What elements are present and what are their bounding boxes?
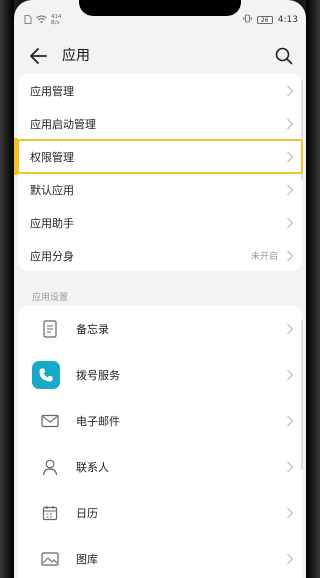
chevron-right-icon [287,217,294,228]
gallery-icon [40,549,60,569]
chevron-right-icon [287,553,294,565]
clock: 4:13 [277,15,298,25]
chevron-right-icon [287,250,294,261]
chevron-right-icon [287,369,294,381]
list-item-label: 应用启动管理 [30,117,96,131]
list-item-label: 日历 [76,507,98,520]
page-title: 应用 [62,48,90,64]
status-left: 414 B/s [24,14,62,26]
list-item-startup-management[interactable]: 应用启动管理 [18,107,302,140]
list-item-label: 应用管理 [30,84,74,98]
list-item-label: 拨号服务 [76,369,120,382]
battery-icon: 26 [256,16,273,24]
sim-icon [24,14,32,26]
list-item-label: 联系人 [76,461,109,474]
bezel-left [0,0,14,578]
list-item-email[interactable]: 电子邮件 [18,398,302,444]
notepad-icon [40,319,60,339]
section-title: 应用设置 [32,293,69,303]
phone-frame: 414 B/s 26 4:13 应用 应用管理 应用启动管理 权限管理 默认应用… [0,0,320,578]
battery-level: 26 [260,16,269,24]
wifi-icon [36,15,47,25]
list-item-app-management[interactable]: 应用管理 [18,74,302,107]
network-speed: 414 B/s [51,14,62,26]
chevron-right-icon [287,118,294,129]
screen: 414 B/s 26 4:13 应用 应用管理 应用启动管理 权限管理 默认应用… [14,0,306,578]
list-item-calendar[interactable]: 日历 [18,490,302,536]
camera-notch [79,0,241,16]
list-item-label: 备忘录 [76,323,109,336]
chevron-right-icon [287,184,294,195]
list-item-label: 电子邮件 [76,415,120,428]
list-item-gallery[interactable]: 图库 [18,536,302,578]
settings-list: 应用管理 应用启动管理 权限管理 默认应用 应用助手 应用分身 未开启 [14,74,303,272]
status-right: 26 4:13 [243,14,298,26]
phone-icon [32,361,60,389]
chevron-right-icon [287,85,294,96]
app-settings-list: 备忘录 拨号服务 电子邮件 联系人 日历 图库 [18,306,302,578]
network-speed-unit: B/s [51,20,60,26]
list-item-label: 应用助手 [30,216,74,230]
list-item-permission-management[interactable]: 权限管理 [14,138,303,175]
chevron-right-icon [287,507,294,519]
chevron-right-icon [287,461,294,473]
list-item-default-apps[interactable]: 默认应用 [18,173,302,206]
list-item-app-assistant[interactable]: 应用助手 [18,206,302,239]
bezel-right [306,0,320,578]
chevron-right-icon [287,151,294,162]
list-item-dialer[interactable]: 拨号服务 [18,352,302,398]
calendar-icon [40,503,60,523]
vibrate-icon [243,14,252,26]
chevron-right-icon [287,323,294,335]
mail-icon [40,411,60,431]
search-icon[interactable] [274,46,294,66]
list-item-label: 权限管理 [30,150,74,164]
list-item-contacts[interactable]: 联系人 [18,444,302,490]
list-item-label: 默认应用 [30,183,74,197]
chevron-right-icon [287,415,294,427]
app-bar: 应用 [14,38,306,74]
list-item-label: 应用分身 [30,249,74,263]
list-item-label: 图库 [76,553,98,566]
scrollbar[interactable] [301,320,303,470]
list-item-app-twin[interactable]: 应用分身 未开启 [18,239,302,272]
contact-icon [40,457,60,477]
arrow-left-icon[interactable] [28,46,50,66]
status-value: 未开启 [250,252,278,262]
list-item-notes[interactable]: 备忘录 [18,306,302,352]
